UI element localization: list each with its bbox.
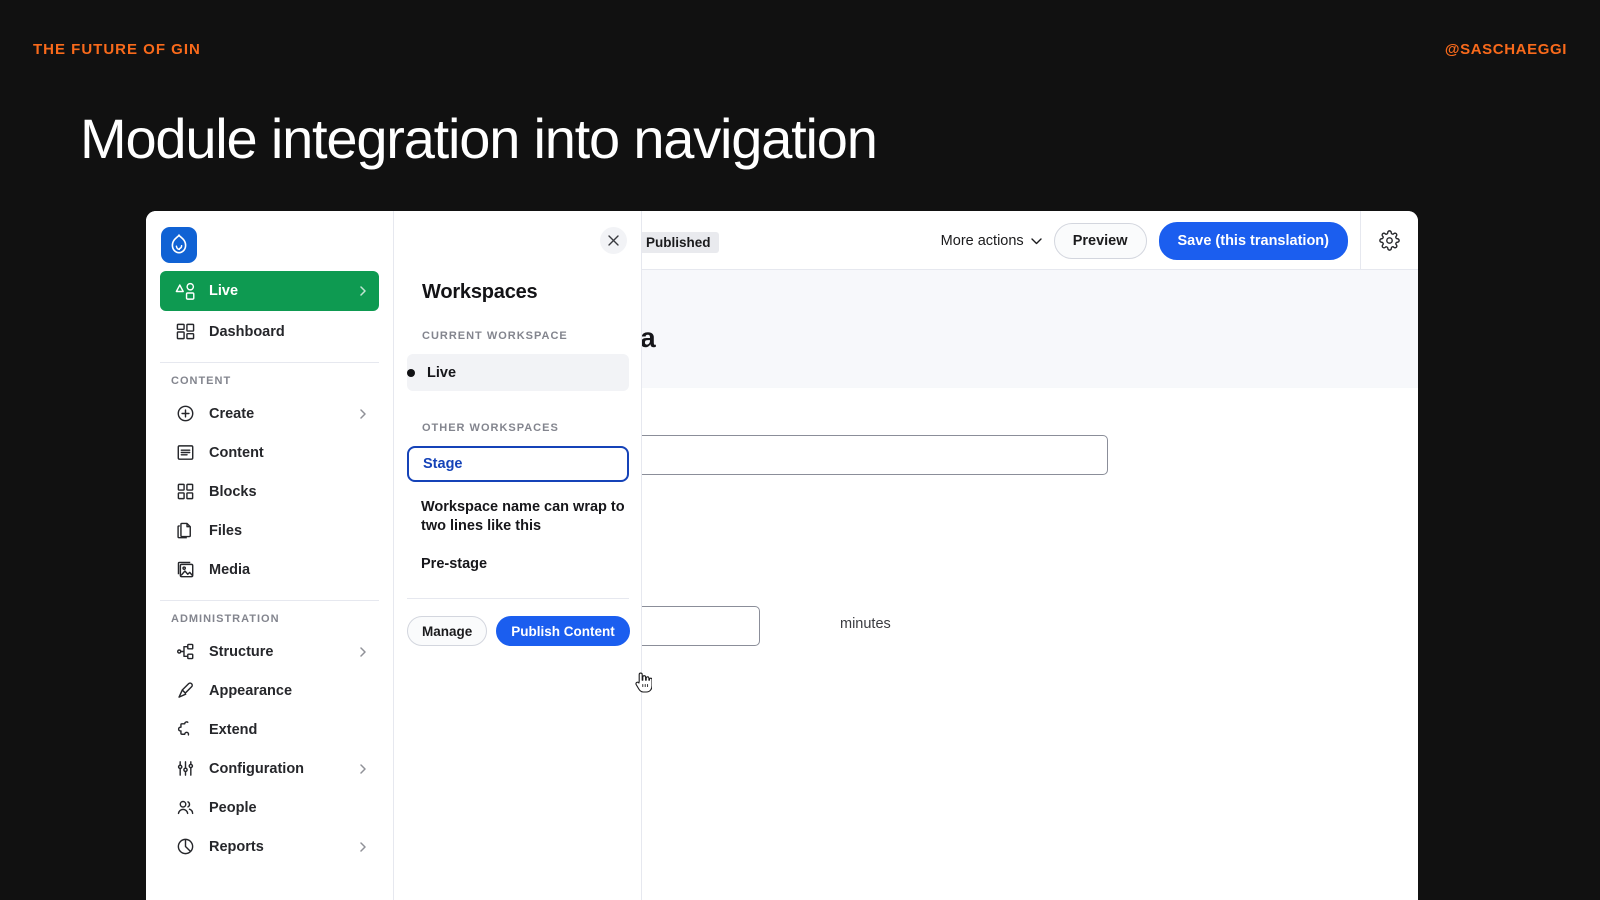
sidebar-item-label: Configuration: [209, 760, 305, 777]
close-button[interactable]: [600, 227, 627, 254]
files-icon: [174, 520, 196, 542]
workspaces-panel: Workspaces CURRENT WORKSPACE Live OTHER …: [394, 211, 642, 900]
workspace-item-wrapping[interactable]: Workspace name can wrap to two lines lik…: [421, 498, 626, 535]
slide-handle: @SASCHAEGGI: [1444, 41, 1567, 58]
workspace-item-label: Stage: [423, 456, 463, 472]
sidebar-item-label: Dashboard: [209, 323, 285, 340]
sidebar-item-media[interactable]: Media: [160, 551, 379, 588]
content-icon: [174, 442, 196, 464]
save-button[interactable]: Save (this translation): [1158, 221, 1348, 260]
sidebar-item-label: Appearance: [209, 682, 293, 699]
toolbar-actions: More actions Preview Save (this translat…: [941, 211, 1418, 270]
other-workspaces-label: OTHER WORKSPACES: [422, 422, 559, 434]
chevron-right-icon: [357, 408, 369, 420]
page-title: Module integration into navigation: [80, 107, 878, 170]
slide-kicker: THE FUTURE OF GIN: [33, 41, 201, 58]
sidebar-item-label: Live: [209, 283, 239, 299]
sidebar-item-appearance[interactable]: Appearance: [160, 672, 379, 709]
sidebar-divider: [160, 600, 379, 601]
slide-root: THE FUTURE OF GIN @SASCHAEGGI Module int…: [0, 0, 1600, 900]
dashboard-icon: [174, 321, 196, 343]
sidebar-item-label: Structure: [209, 643, 274, 660]
title-input[interactable]: [614, 435, 1108, 475]
close-icon: [607, 234, 620, 247]
sidebar-item-blocks[interactable]: Blocks: [160, 473, 379, 510]
sidebar-divider: [160, 362, 379, 363]
status-badge: Published: [638, 232, 719, 253]
workspaces-icon: [174, 280, 196, 302]
sidebar-group-administration-title: ADMINISTRATION: [171, 613, 280, 625]
workspaces-actions: Manage Publish Content: [407, 616, 630, 646]
sidebar-item-reports[interactable]: Reports: [160, 828, 379, 865]
sidebar-item-files[interactable]: Files: [160, 512, 379, 549]
sidebar-item-label: Blocks: [209, 483, 257, 500]
publish-content-button[interactable]: Publish Content: [496, 616, 630, 646]
structure-icon: [174, 641, 196, 663]
workspace-item-live[interactable]: Live: [407, 354, 629, 391]
workspaces-footer-divider: [407, 598, 629, 599]
sidebar-item-people[interactable]: People: [160, 789, 379, 826]
drupal-droplet-icon[interactable]: [161, 227, 197, 263]
sidebar-item-label: Content: [209, 444, 264, 461]
workspaces-panel-title: Workspaces: [422, 281, 538, 303]
more-actions-button[interactable]: More actions: [941, 233, 1042, 249]
chevron-right-icon: [357, 841, 369, 853]
duration-suffix-label: minutes: [840, 616, 891, 632]
chevron-right-icon: [357, 646, 369, 658]
sidebar-nav: Live Dashboard CONTENT Create Content Bl…: [146, 271, 393, 867]
sidebar-item-label: Files: [209, 522, 243, 539]
media-icon: [174, 559, 196, 581]
selected-dot-icon: [407, 368, 415, 377]
workspace-item-pre-stage[interactable]: Pre-stage: [421, 556, 487, 572]
chevron-right-icon: [357, 285, 369, 297]
sidebar-item-structure[interactable]: Structure: [160, 633, 379, 670]
workspace-item-stage[interactable]: Stage: [407, 446, 629, 482]
blocks-icon: [174, 481, 196, 503]
sidebar-item-label: People: [209, 799, 257, 816]
settings-button[interactable]: [1360, 211, 1418, 270]
chevron-right-icon: [357, 763, 369, 775]
preview-button[interactable]: Preview: [1053, 222, 1147, 259]
sidebar-group-content-title: CONTENT: [171, 375, 232, 387]
sidebar-item-extend[interactable]: Extend: [160, 711, 379, 748]
app-window: Published More actions Preview Save (thi…: [146, 211, 1418, 900]
puzzle-icon: [174, 719, 196, 741]
sidebar: Live Dashboard CONTENT Create Content Bl…: [146, 211, 394, 900]
workspace-item-label: Live: [427, 364, 457, 381]
manage-button[interactable]: Manage: [407, 616, 488, 646]
sidebar-item-label: Reports: [209, 838, 264, 855]
chevron-down-icon: [1030, 238, 1042, 245]
sliders-icon: [174, 758, 196, 780]
sidebar-item-configuration[interactable]: Configuration: [160, 750, 379, 787]
plus-circle-icon: [174, 403, 196, 425]
current-workspace-label: CURRENT WORKSPACE: [422, 330, 568, 342]
sidebar-item-label: Media: [209, 561, 251, 578]
pie-chart-icon: [174, 836, 196, 858]
sidebar-item-dashboard[interactable]: Dashboard: [160, 313, 379, 350]
sidebar-item-create[interactable]: Create: [160, 395, 379, 432]
sidebar-item-live[interactable]: Live: [160, 271, 379, 311]
people-icon: [174, 797, 196, 819]
paintbrush-icon: [174, 680, 196, 702]
more-actions-label: More actions: [940, 232, 1024, 249]
gear-icon: [1379, 230, 1400, 251]
sidebar-item-label: Create: [209, 405, 255, 422]
sidebar-item-label: Extend: [209, 721, 258, 738]
sidebar-item-content[interactable]: Content: [160, 434, 379, 471]
